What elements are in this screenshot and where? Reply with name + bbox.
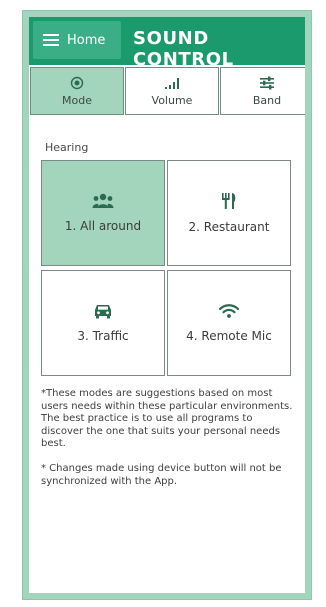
tab-mode-label: Mode [62, 93, 92, 107]
wifi-icon [219, 304, 239, 318]
page-title: SOUND CONTROL [133, 28, 234, 70]
app-screen: Home SOUND CONTROL Mode Volume Band Hear… [29, 17, 305, 593]
target-icon [70, 76, 84, 90]
home-button-label: Home [67, 32, 106, 48]
mode-card-all-around[interactable]: 1. All around [41, 160, 165, 266]
mode-card-label: 2. Restaurant [188, 220, 270, 234]
hamburger-icon [43, 34, 59, 46]
tab-volume[interactable]: Volume [125, 67, 219, 115]
section-label-hearing: Hearing [45, 141, 89, 154]
tab-bar: Mode Volume Band [29, 67, 305, 119]
home-button[interactable]: Home [33, 21, 121, 59]
sliders-icon [259, 76, 275, 90]
sync-disclaimer: * Changes made using device button will … [41, 463, 282, 487]
signal-bars-icon [164, 76, 180, 90]
mode-card-label: 1. All around [64, 219, 142, 233]
car-icon [95, 305, 111, 319]
mode-card-label: 4. Remote Mic [186, 329, 272, 343]
tab-volume-label: Volume [151, 93, 193, 107]
mode-card-label: 3. Traffic [77, 329, 129, 343]
utensils-icon [222, 193, 236, 209]
mode-card-remote-mic[interactable]: 4. Remote Mic [167, 270, 291, 376]
group-icon [92, 193, 114, 208]
modes-disclaimer: *These modes are suggestions based on mo… [41, 388, 293, 449]
app-frame: Home SOUND CONTROL Mode Volume Band Hear… [22, 10, 312, 600]
mode-card-restaurant[interactable]: 2. Restaurant [167, 160, 291, 266]
header-bar: Home SOUND CONTROL [29, 17, 305, 70]
tab-band-label: Band [252, 93, 282, 107]
tab-mode[interactable]: Mode [30, 67, 124, 115]
tab-band[interactable]: Band [220, 67, 305, 115]
mode-card-traffic[interactable]: 3. Traffic [41, 270, 165, 376]
